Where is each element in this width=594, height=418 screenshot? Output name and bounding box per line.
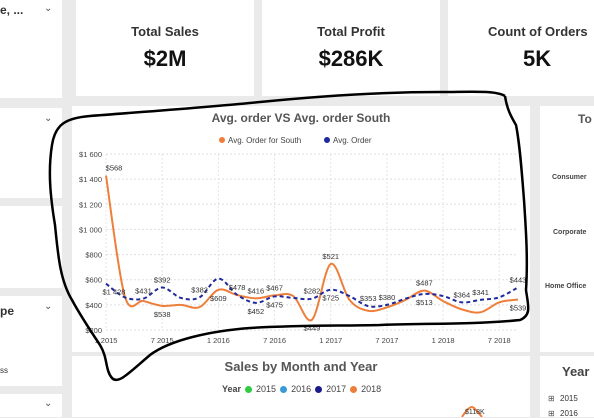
y-tick-label: $1 200 — [79, 200, 102, 209]
data-label: $487 — [416, 279, 433, 288]
right-bar-panel[interactable]: To Consumer Corporate Home Office — [540, 106, 594, 352]
slicer-panel-type[interactable] — [0, 206, 62, 288]
line-chart-panel[interactable]: Avg. order VS Avg. order South Avg. Orde… — [72, 106, 530, 352]
slicer-label-fragment: pe — [0, 304, 15, 318]
slicer-label-fragment: e, ... — [0, 3, 24, 17]
chart-title: Avg. order VS Avg. order South — [212, 111, 391, 125]
x-axis: 1 2015 7 2015 1 2016 7 2016 1 2017 7 2017 1 20… — [95, 336, 511, 345]
line-chart-svg: Avg. order VS Avg. order South Avg. Orde… — [79, 111, 527, 345]
data-label: $380 — [379, 293, 396, 302]
data-label: $521 — [322, 252, 339, 261]
data-label: $609 — [210, 294, 227, 303]
data-label: $1 428 — [103, 288, 126, 297]
peek-label: $118K — [465, 409, 485, 416]
kpi-card-total-profit: Total Profit $286K — [262, 0, 440, 96]
x-tick-label: 7 2016 — [263, 336, 286, 345]
data-label: $539 — [510, 303, 527, 312]
x-tick-label: 1 2015 — [95, 336, 118, 345]
x-tick-label: 7 2018 — [488, 336, 511, 345]
kpi-card-total-sales: Total Sales $2M — [76, 0, 254, 96]
data-label: $443 — [510, 275, 527, 284]
chevron-down-icon[interactable]: ⌄ — [44, 3, 52, 14]
category-label-home-office: Home Office — [545, 283, 587, 290]
data-label: $725 — [322, 294, 339, 303]
data-label: $431 — [135, 287, 152, 296]
kpi-card-count-orders: Count of Orders 5K — [448, 0, 594, 96]
legend-dot-avg — [324, 137, 330, 143]
kpi-value: $2M — [143, 46, 187, 71]
slicer-panel-mid[interactable]: ⌄ — [0, 108, 62, 198]
x-tick-label: 1 2016 — [207, 336, 230, 345]
y-tick-label: $400 — [85, 301, 102, 310]
x-tick-label: 7 2017 — [375, 336, 398, 345]
slicer-panel-top[interactable]: e, ... ⌄ — [0, 0, 62, 98]
legend-label-south: Avg. Order for South — [228, 136, 301, 145]
chevron-down-icon[interactable]: ⌄ — [44, 398, 52, 409]
x-tick-label: 1 2017 — [319, 336, 342, 345]
data-label: $475 — [266, 300, 283, 309]
x-tick-label: 1 2018 — [432, 336, 455, 345]
kpi-title: Count of Orders — [488, 24, 588, 39]
chevron-down-icon[interactable]: ⌄ — [44, 301, 52, 312]
data-label: $341 — [472, 288, 489, 297]
data-label: $353 — [360, 294, 377, 303]
data-label: $467 — [266, 283, 283, 292]
data-label: $449 — [304, 324, 321, 333]
y-axis: $1 600 $1 400 $1 200 $1 000 $800 $600 $400 $200 — [79, 150, 102, 335]
slicer-panel-lower[interactable]: pe ⌄ ss — [0, 296, 62, 386]
kpi-title: Total Profit — [317, 24, 385, 39]
data-label: $478 — [229, 283, 246, 292]
slicer-title: Year — [562, 364, 590, 379]
kpi-value: 5K — [523, 46, 552, 71]
data-label: $416 — [247, 286, 264, 295]
slicer-panel-bottom[interactable]: ⌄ — [0, 394, 62, 417]
panel-title-fragment: To — [578, 112, 592, 126]
sales-peek-svg: $118K — [461, 406, 485, 417]
y-tick-label: $800 — [85, 251, 102, 260]
y-tick-label: $1 400 — [79, 175, 102, 184]
y-tick-label: $1 600 — [79, 150, 102, 159]
legend-dot-south — [219, 137, 225, 143]
y-tick-label: $200 — [85, 326, 102, 335]
data-label: $364 — [453, 290, 470, 299]
chevron-down-icon[interactable]: ⌄ — [44, 113, 52, 124]
y-tick-label: $600 — [85, 276, 102, 285]
slicer-item[interactable]: 2015 — [560, 394, 578, 403]
chart-legend[interactable]: Avg. Order for South Avg. Order — [219, 136, 372, 145]
data-label: $568 — [106, 164, 123, 173]
data-label: $392 — [154, 276, 171, 285]
expand-icon[interactable]: ⊞ — [548, 394, 555, 403]
kpi-value: $286K — [318, 46, 384, 71]
slicer-item-fragment: ss — [0, 366, 8, 375]
data-label: $452 — [247, 307, 264, 316]
year-slicer-panel[interactable]: Year ⊞ 2015 ⊞ 2016 — [540, 356, 594, 418]
data-label: $282 — [304, 287, 321, 296]
data-label: $538 — [154, 310, 171, 319]
legend-label-avg: Avg. Order — [333, 136, 372, 145]
x-tick-label: 7 2015 — [151, 336, 174, 345]
y-tick-label: $1 000 — [79, 225, 102, 234]
data-labels: $1 428$568$431$538$392$382$609$478 $416$4… — [103, 164, 527, 333]
category-label-corporate: Corporate — [553, 229, 587, 236]
kpi-title: Total Sales — [131, 24, 199, 39]
chart-grid — [105, 153, 518, 331]
category-label-consumer: Consumer — [552, 174, 587, 181]
data-label: $513 — [416, 298, 433, 307]
data-label: $382 — [191, 285, 208, 294]
sales-month-year-panel[interactable]: Sales by Month and Year Year 2015 2016 2… — [72, 356, 530, 417]
